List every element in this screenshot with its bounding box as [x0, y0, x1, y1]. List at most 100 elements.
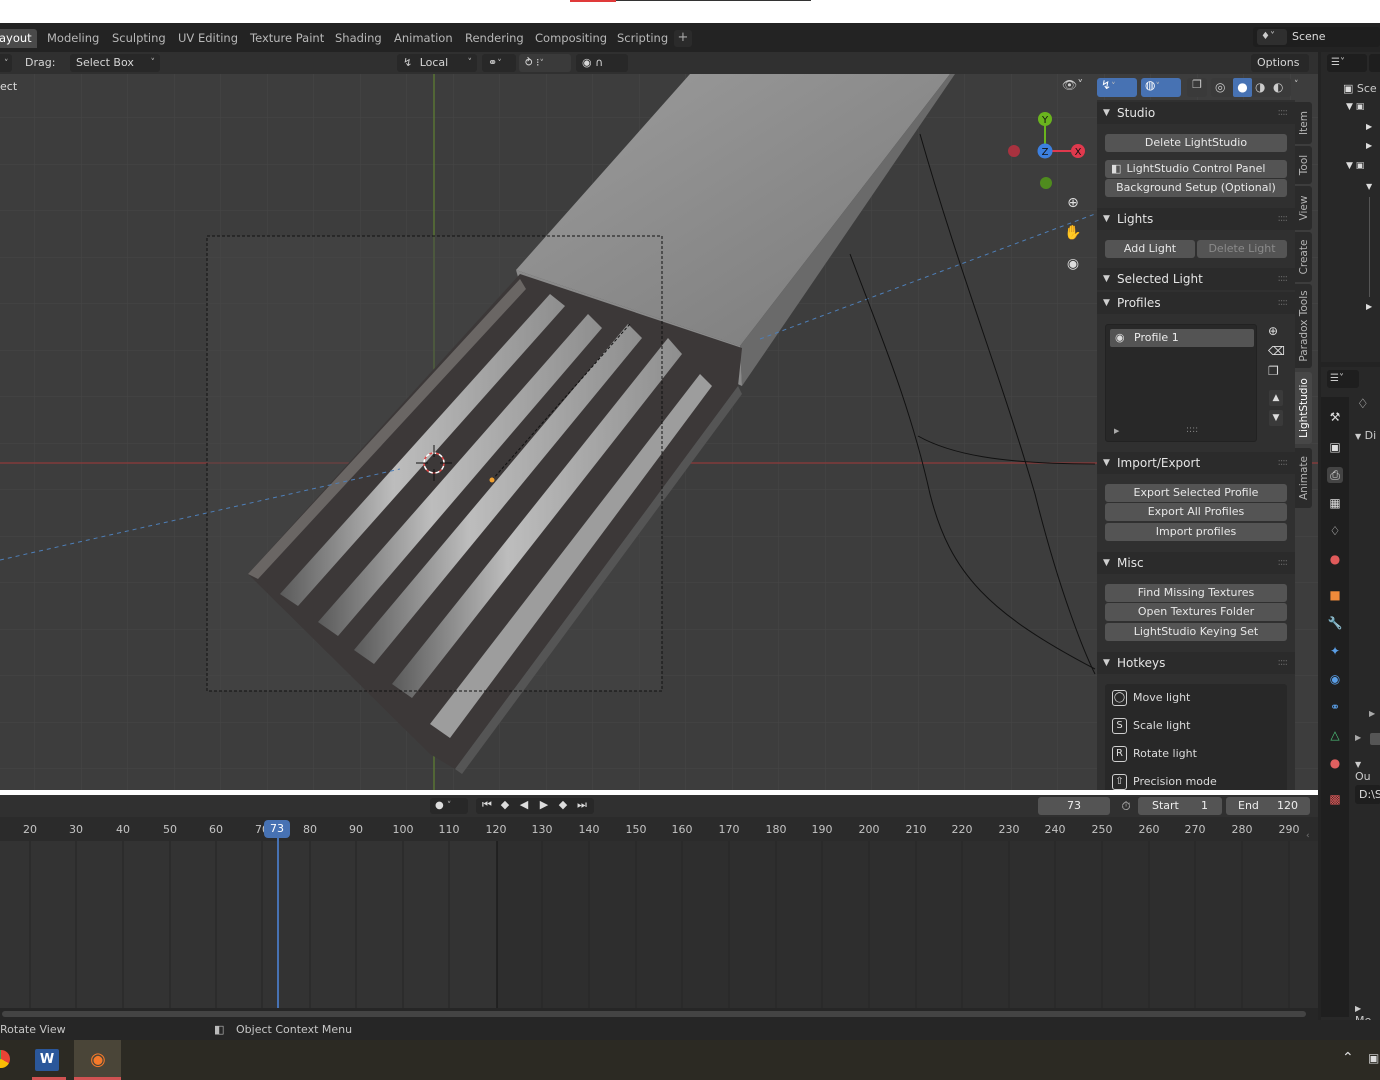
drag-grip-icon[interactable]: ::::	[1278, 208, 1289, 230]
tab-lightstudio[interactable]: LightStudio	[1295, 372, 1312, 444]
selected-light-panel-header[interactable]: ▼ Selected Light::::	[1097, 268, 1295, 290]
prev-keyframe-icon[interactable]: ◆	[496, 798, 514, 811]
modifier-icon[interactable]: 🔧	[1327, 615, 1343, 631]
profiles-list[interactable]: ◉ Profile 1 ▶ ::::	[1105, 324, 1257, 442]
tab-sculpting[interactable]: Sculpting	[107, 29, 171, 48]
add-light-button[interactable]: Add Light	[1105, 240, 1195, 258]
expand-icon[interactable]: ▶	[1369, 709, 1375, 718]
resize-grip-icon[interactable]: ::::	[1186, 425, 1198, 435]
output-panel-header[interactable]: ▼ Ou	[1355, 757, 1380, 783]
shading-options-chevron[interactable]: ˅	[1294, 80, 1299, 90]
scene-selector[interactable]: ♦˅ Scene	[1253, 27, 1380, 47]
drag-grip-icon[interactable]: ::::	[1278, 268, 1289, 290]
expand-icon[interactable]: ▶	[1366, 141, 1372, 150]
editor-type-dropdown[interactable]: ☰˅	[1327, 54, 1367, 72]
tab-modeling[interactable]: Modeling	[42, 29, 104, 48]
start-frame-field[interactable]: Start 1	[1138, 797, 1222, 815]
outliner-filter-button[interactable]	[1369, 54, 1380, 72]
tab-view[interactable]: View	[1295, 186, 1312, 230]
solid-shading-icon[interactable]: ●	[1233, 78, 1252, 97]
move-down-icon[interactable]: ▼	[1269, 410, 1283, 426]
scrollbar-thumb[interactable]	[2, 1011, 1306, 1017]
tab-animation[interactable]: Animation	[389, 29, 458, 48]
chevron-up-icon[interactable]: ⌃	[1342, 1050, 1354, 1066]
add-workspace-button[interactable]: +	[674, 30, 692, 47]
proportional-edit-toggle[interactable]: ◉ ∩	[576, 54, 628, 72]
collapse-icon[interactable]: ▼	[1366, 182, 1372, 191]
delete-light-button[interactable]: Delete Light	[1197, 240, 1287, 258]
physics-icon[interactable]: ◉	[1327, 671, 1343, 687]
drag-grip-icon[interactable]: ::::	[1278, 652, 1289, 674]
timeline-ruler[interactable]: 20 30 40 50 60 70 80 90 100 110 120 130 …	[0, 817, 1318, 841]
collapse-sidebar-icon[interactable]: ‹	[1306, 831, 1310, 841]
material-icon[interactable]: ●	[1327, 755, 1343, 771]
navigation-gizmo[interactable]: Y Z X	[1000, 108, 1095, 198]
drag-grip-icon[interactable]: ::::	[1278, 452, 1289, 474]
import-export-panel-header[interactable]: ▼ Import/Export::::	[1097, 452, 1295, 474]
find-missing-textures-button[interactable]: Find Missing Textures	[1105, 584, 1287, 602]
tab-tool[interactable]: Tool	[1295, 146, 1312, 184]
zoom-icon[interactable]: ⊕	[1063, 195, 1083, 215]
pan-hand-icon[interactable]: ✋	[1063, 225, 1083, 245]
expand-icon[interactable]: ▶	[1355, 733, 1361, 742]
word-icon[interactable]: W	[35, 1049, 59, 1071]
object-icon[interactable]: ■	[1327, 587, 1343, 603]
rendered-shading-icon[interactable]: ◐	[1273, 80, 1283, 94]
tab-paradox-tools[interactable]: Paradox Tools	[1295, 284, 1312, 368]
editor-type-dropdown[interactable]: ☰˅	[1327, 370, 1359, 388]
blender-taskbar-button[interactable]: ◉	[74, 1040, 121, 1080]
tab-rendering[interactable]: Rendering	[460, 29, 529, 48]
jump-start-icon[interactable]: ⏮	[478, 798, 496, 812]
tab-shading[interactable]: Shading	[330, 29, 387, 48]
tab-scripting[interactable]: Scripting	[612, 29, 673, 48]
world-icon[interactable]: ●	[1327, 551, 1343, 567]
xray-toggle[interactable]: ❐	[1187, 78, 1207, 97]
lightstudio-control-panel-button[interactable]: ◧ LightStudio Control Panel	[1105, 160, 1287, 178]
add-profile-icon[interactable]: ⊕	[1268, 324, 1278, 338]
duplicate-icon[interactable]: ❐	[1268, 364, 1279, 378]
scene-icon[interactable]: ♦˅	[1257, 29, 1287, 45]
drag-grip-icon[interactable]: ::::	[1278, 102, 1289, 124]
timeline-area[interactable]	[0, 841, 1318, 1008]
material-shading-icon[interactable]: ◑	[1255, 80, 1265, 94]
keyframe-type-dropdown[interactable]: ● ˅	[430, 798, 468, 814]
checkbox[interactable]	[1370, 733, 1380, 745]
playhead-line[interactable]	[277, 838, 279, 1008]
tool-icon[interactable]: ⚒	[1327, 409, 1343, 425]
hotkeys-panel-header[interactable]: ▼ Hotkeys::::	[1097, 652, 1295, 674]
delete-lightstudio-button[interactable]: Delete LightStudio	[1105, 134, 1287, 152]
neg-x-axis-handle[interactable]	[1008, 145, 1020, 157]
next-keyframe-icon[interactable]: ◆	[554, 798, 572, 811]
constraints-icon[interactable]: ⚭	[1327, 699, 1343, 715]
misc-panel-header[interactable]: ▼ Misc::::	[1097, 552, 1295, 574]
visibility-dropdown[interactable]: 👁˅	[1062, 78, 1094, 97]
neg-y-axis-handle[interactable]	[1040, 177, 1052, 189]
export-selected-profile-button[interactable]: Export Selected Profile	[1105, 484, 1287, 502]
export-all-profiles-button[interactable]: Export All Profiles	[1105, 503, 1287, 521]
system-tray-icon[interactable]: ▣	[1368, 1051, 1379, 1065]
scene-name[interactable]: Scene	[1292, 29, 1326, 45]
properties-editor[interactable]: ☰˅ ⚒ ▣ ⎙ ▦ ♢ ● ■ 🔧 ✦ ◉ ⚭ △ ● ▩ ♢ ▼ Di ▶ …	[1321, 367, 1380, 1027]
data-icon[interactable]: △	[1327, 727, 1343, 743]
background-setup-button[interactable]: Background Setup (Optional)	[1105, 179, 1287, 197]
tab-texture-paint[interactable]: Texture Paint	[245, 29, 329, 48]
tab-uv-editing[interactable]: UV Editing	[173, 29, 243, 48]
expand-icon[interactable]: ▶	[1114, 427, 1119, 435]
tab-item[interactable]: Item	[1295, 102, 1312, 144]
output-icon[interactable]: ⎙	[1327, 467, 1343, 483]
outliner[interactable]: ☰˅ ▣ Sce ▼ ▣ ▶ ▶ ▼ ▣ ▼ ▶	[1321, 52, 1380, 362]
lights-panel-header[interactable]: ▼ Lights::::	[1097, 208, 1295, 230]
particles-icon[interactable]: ✦	[1327, 643, 1343, 659]
drag-grip-icon[interactable]: ::::	[1278, 552, 1289, 574]
import-profiles-button[interactable]: Import profiles	[1105, 523, 1287, 541]
scene-collection-label[interactable]: ▣ Sce	[1343, 82, 1377, 95]
playhead-frame-badge[interactable]: 73	[264, 820, 290, 838]
studio-panel-header[interactable]: ▼ Studio::::	[1097, 102, 1295, 124]
stopwatch-icon[interactable]: ⏱	[1117, 797, 1135, 815]
tab-compositing[interactable]: Compositing	[530, 29, 612, 48]
mode-dropdown[interactable]: ˅	[0, 54, 12, 72]
drag-select-dropdown[interactable]: Select Box ˅	[70, 54, 160, 72]
overlay-toggle[interactable]: ◍˅	[1141, 78, 1181, 97]
keying-set-button[interactable]: LightStudio Keying Set	[1105, 623, 1287, 641]
collapse-icon[interactable]: ▼ ▣	[1346, 102, 1364, 112]
